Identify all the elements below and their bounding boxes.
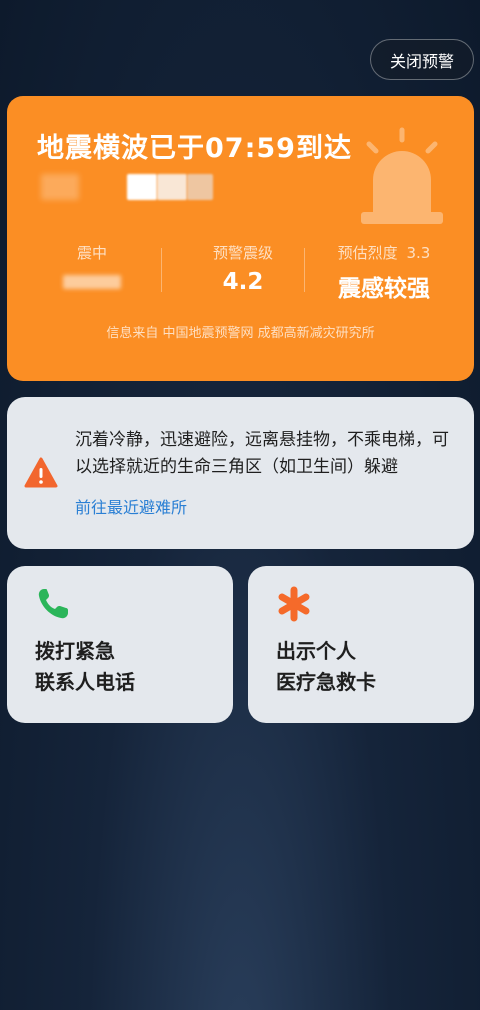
close-alert-button[interactable]: 关闭预警 — [370, 39, 474, 80]
intensity-value: 震感较强 — [338, 276, 430, 302]
earthquake-alert-card: 地震横波已于07:59到达 震中 预警震级 4.2 预估烈度 3.3 震感较强 … — [7, 96, 474, 381]
intensity-label: 预估烈度 — [337, 244, 398, 262]
medical-label-line2: 医疗急救卡 — [276, 670, 376, 694]
redacted-location — [187, 174, 213, 200]
siren-icon — [361, 127, 443, 224]
info-source: 信息来自 中国地震预警网 成都高新减灾研究所 — [106, 326, 375, 341]
safety-advice-text: 沉着冷静，迅速避险，远离悬挂物，不乘电梯，可以选择就近的生命三角区（如卫生间）躲… — [75, 430, 449, 477]
warning-icon — [24, 457, 58, 488]
call-emergency-contact-label: 拨打紧急 联系人电话 — [35, 636, 215, 698]
nearest-shelter-link[interactable]: 前往最近避难所 — [75, 494, 187, 518]
intensity-label-row: 预估烈度 3.3 — [319, 242, 449, 263]
asterisk-icon — [278, 586, 310, 622]
divider — [161, 248, 162, 292]
divider — [304, 248, 305, 292]
redacted-location — [41, 174, 79, 200]
safety-advice-card: 沉着冷静，迅速避险，远离悬挂物，不乘电梯，可以选择就近的生命三角区（如卫生间）躲… — [7, 397, 474, 549]
redacted-location — [157, 174, 187, 200]
medical-card-card[interactable]: 出示个人 医疗急救卡 — [248, 566, 474, 723]
magnitude-stat: 预警震级 4.2 — [187, 242, 299, 295]
magnitude-label: 预警震级 — [212, 244, 273, 262]
medical-label-line1: 出示个人 — [276, 639, 356, 663]
redacted-epicenter — [63, 275, 121, 289]
medical-card-label: 出示个人 医疗急救卡 — [276, 636, 456, 698]
intensity-level: 3.3 — [406, 244, 431, 262]
magnitude-value: 4.2 — [222, 269, 264, 295]
redacted-location — [127, 174, 157, 200]
phone-icon — [38, 589, 68, 619]
alert-title: 地震横波已于07:59到达 — [37, 133, 352, 164]
epicenter-label: 震中 — [76, 244, 107, 262]
call-label-line2: 联系人电话 — [35, 670, 135, 694]
epicenter-stat: 震中 — [47, 242, 137, 289]
intensity-stat: 预估烈度 3.3 震感较强 — [319, 242, 449, 303]
call-label-line1: 拨打紧急 — [35, 639, 115, 663]
call-emergency-contact-card[interactable]: 拨打紧急 联系人电话 — [7, 566, 233, 723]
alert-stats: 震中 预警震级 4.2 预估烈度 3.3 震感较强 — [7, 242, 474, 302]
